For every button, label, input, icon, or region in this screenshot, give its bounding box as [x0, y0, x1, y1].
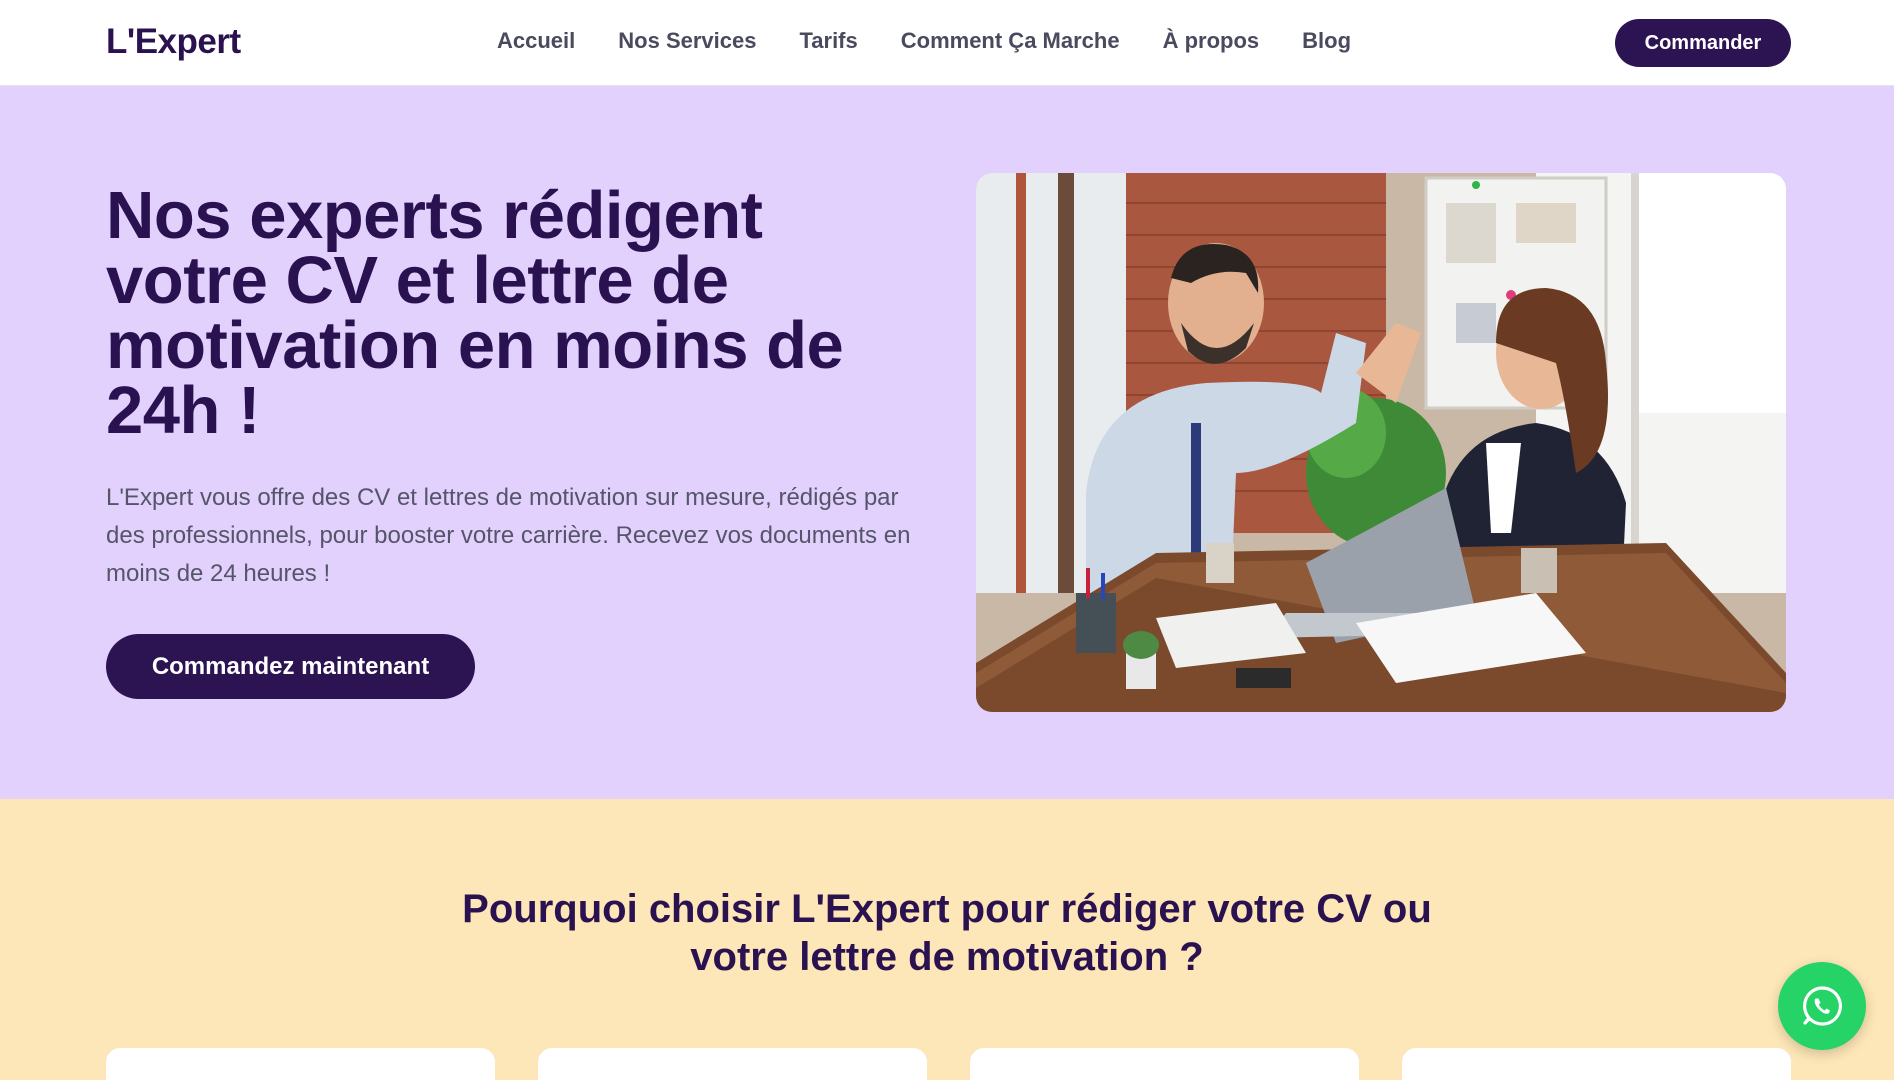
nav-link-a-propos[interactable]: À propos	[1163, 28, 1260, 54]
hero-section: Nos experts rédigent votre CV et lettre …	[0, 86, 1894, 799]
hero-title: Nos experts rédigent votre CV et lettre …	[106, 178, 844, 448]
nav-link-accueil[interactable]: Accueil	[497, 28, 575, 54]
hero-image	[976, 173, 1786, 712]
feature-card	[538, 1048, 927, 1080]
nav-link-nos-services[interactable]: Nos Services	[618, 28, 756, 54]
commandez-maintenant-button[interactable]: Commandez maintenant	[106, 634, 475, 699]
main-nav: Accueil Nos Services Tarifs Comment Ça M…	[497, 28, 1351, 54]
hero-description: L'Expert vous offre des CV et lettres de…	[106, 484, 911, 587]
feature-card	[1402, 1048, 1791, 1080]
whatsapp-icon	[1802, 986, 1842, 1026]
feature-card	[106, 1048, 495, 1080]
commander-button[interactable]: Commander	[1615, 19, 1791, 67]
whatsapp-button[interactable]	[1778, 962, 1866, 1050]
feature-card	[970, 1048, 1359, 1080]
navbar: L'Expert Accueil Nos Services Tarifs Com…	[0, 0, 1894, 86]
why-title: Pourquoi choisir L'Expert pour rédiger v…	[462, 887, 1432, 979]
nav-link-blog[interactable]: Blog	[1302, 28, 1351, 54]
logo[interactable]: L'Expert	[106, 22, 241, 62]
nav-link-tarifs[interactable]: Tarifs	[799, 28, 857, 54]
office-high-five-photo	[976, 173, 1786, 712]
why-section: Pourquoi choisir L'Expert pour rédiger v…	[0, 799, 1894, 1080]
nav-link-comment-ca-marche[interactable]: Comment Ça Marche	[901, 28, 1120, 54]
